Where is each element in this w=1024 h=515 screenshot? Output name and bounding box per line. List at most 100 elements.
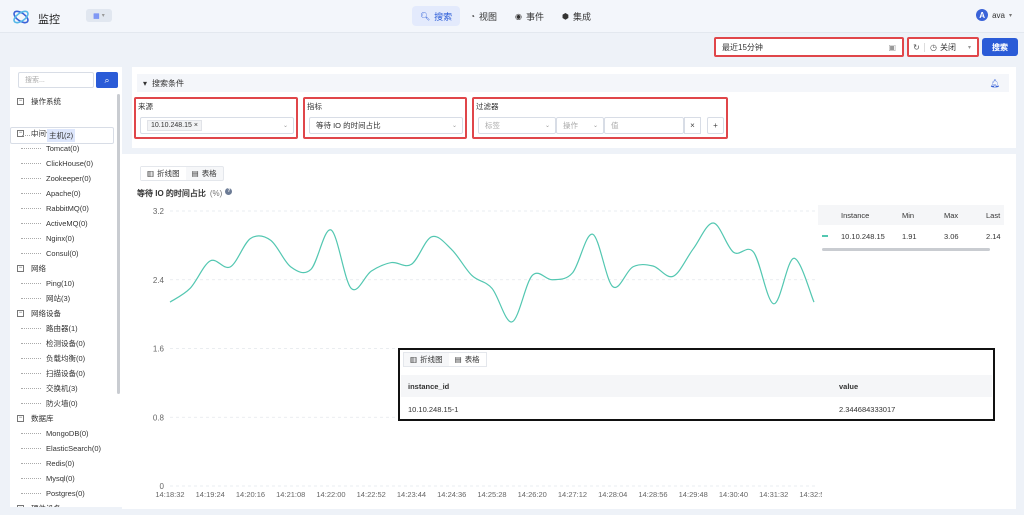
calendar-icon: ▣ [888,43,896,52]
nav-integration[interactable]: ⬢ 集成 [554,6,599,26]
tree-item[interactable]: Redis(0) [10,456,114,471]
tree-label: 硬件设备 [31,503,61,507]
tree-item[interactable]: MongoDB(0) [10,426,114,441]
tree-item[interactable]: Apache(0) [10,186,114,201]
tree-group[interactable]: − 数据库 [10,411,114,426]
tree-group[interactable]: − 网络 [10,261,114,276]
x-tick-label: 14:21:08 [276,490,305,499]
collapse-toggle-icon[interactable]: − [17,310,24,317]
tab-table[interactable]: ▤ 表格 [448,353,486,366]
tree-label: ActiveMQ(0) [46,219,88,228]
x-tick-label: 14:24:36 [437,490,466,499]
legend-scrollbar[interactable] [822,248,990,251]
filter-value-placeholder: 值 [611,121,619,130]
tree-item[interactable]: Ping(10) [10,276,114,291]
tree-item[interactable]: 交换机(3) [10,381,114,396]
chevron-down-icon: ⌄ [592,123,598,129]
metric-value: 等待 IO 的时间占比 [316,121,381,130]
chevron-down-icon: ▾ [101,13,105,19]
search-conditions-header[interactable]: ▾ 搜索条件 🔔︎ [137,74,1009,92]
tree-label: 路由器(1) [46,324,78,333]
collapse-toggle-icon[interactable]: − [17,505,24,507]
tree-item[interactable]: Tomcat(0) [10,141,114,156]
resource-tree: − 操作系统 主机(2) − 中间件 Tomcat(0) ClickHouse(0) Zook… [10,94,114,507]
tree-item[interactable]: 路由器(1) [10,321,114,336]
sidebar: 搜索... ⌕ − 操作系统 主机(2) − 中间件 Tomcat(0) ClickHous… [10,67,122,507]
grid-icon: ▦ [93,12,100,20]
tree-item[interactable]: 网站(3) [10,291,114,306]
tree-item[interactable]: ClickHouse(0) [10,156,114,171]
tree-item[interactable]: Consul(0) [10,246,114,261]
tree-label: 交换机(3) [46,384,78,393]
search-icon: ⌕ [104,74,110,85]
tree-label: Tomcat(0) [46,144,80,153]
tree-group[interactable]: − 硬件设备 [10,501,114,507]
tree-item[interactable]: ActiveMQ(0) [10,216,114,231]
metric-select[interactable]: 等待 IO 的时间占比 ⌄ [309,117,463,134]
sidebar-search-button[interactable]: ⌕ [96,72,118,88]
tree-item[interactable]: ElasticSearch(0) [10,441,114,456]
tree-item[interactable]: 负载均衡(0) [10,351,114,366]
table-icon: ▤ [454,355,462,364]
tab-line-chart[interactable]: ▥ 折线图 [141,167,186,180]
tree-item[interactable]: 扫描设备(0) [10,366,114,381]
tree-item[interactable]: RabbitMQ(0) [10,201,114,216]
collapse-toggle-icon[interactable]: − [17,98,24,105]
tree-label: 检测设备(0) [46,339,86,348]
filter-tag-select[interactable]: 标签 ⌄ [478,117,556,134]
tab-table[interactable]: ▤ 表格 [186,167,223,180]
table-icon: ▤ [191,169,199,178]
chart-unit: (%) [209,189,223,198]
y-tick-label: 2.4 [153,276,165,285]
filter-operator-select[interactable]: 操作 ⌄ [556,117,604,134]
user-name: ava [992,10,1005,20]
x-tick-label: 14:32:50 [799,490,822,499]
tab-label: 折线图 [420,355,443,364]
table-row[interactable]: 10.10.248.15-1 2.344684333017 [401,398,992,419]
tree-item[interactable]: Zookeeper(0) [10,171,114,186]
search-button[interactable]: 搜索 [982,38,1018,56]
nav-event[interactable]: ◉ 事件 [507,6,552,26]
refresh-icon[interactable]: ↻ [909,42,925,52]
sidebar-scrollbar[interactable] [117,94,120,394]
chevron-down-icon: ⌄ [451,123,457,129]
collapse-toggle-icon[interactable]: − [17,415,24,422]
bell-icon[interactable]: 🔔︎ [990,79,1000,88]
tree-group[interactable]: − 网络设备 [10,306,114,321]
source-select[interactable]: 10.10.248.15 × ⌄ [140,117,294,134]
legend-max: 3.06 [944,232,959,241]
legend-row[interactable]: 10.10.248.15 1.91 3.06 2.14 [818,226,1004,246]
add-filter-button[interactable]: + [707,117,724,134]
collapse-icon: ▾ [143,78,148,88]
tree-item[interactable]: Postgres(0) [10,486,114,501]
y-tick-label: 3.2 [153,207,165,216]
tree-label: Consul(0) [46,249,79,258]
nav-view[interactable]: ◔ 视图 [462,6,505,26]
time-range-picker[interactable]: 最近15分钟 ▣ [714,37,904,57]
tree-item[interactable]: 防火墙(0) [10,396,114,411]
series-swatch [822,235,828,237]
tree-item[interactable]: Nginx(0) [10,231,114,246]
filter-group: 过滤器 标签 ⌄ 操作 ⌄ 值 × + [472,97,728,139]
sidebar-search-input[interactable]: 搜索... [18,72,94,88]
help-icon[interactable]: ? [225,188,233,195]
tab-label: 表格 [464,355,480,364]
y-tick-label: 0.8 [153,413,165,422]
table-popup: ▥ 折线图 ▤ 表格 instance_id value 10.10.248.15-… [398,348,995,421]
tree-label: Nginx(0) [46,234,75,243]
tab-line-chart[interactable]: ▥ 折线图 [404,353,449,366]
nav-search[interactable]: 🔍︎ 搜索 [412,6,461,26]
refresh-control[interactable]: ↻ ◷ 关闭 ▾ [907,37,979,57]
tree-group[interactable]: − 操作系统 [10,94,114,109]
app-switcher[interactable]: ▦ ▾ [86,9,112,22]
tree-item[interactable]: 检测设备(0) [10,336,114,351]
user-menu[interactable]: A ava ▾ [976,9,1012,21]
x-tick-label: 14:25:28 [477,490,506,499]
tree-label: 扫描设备(0) [46,369,86,378]
filter-value-input[interactable]: 值 [604,117,684,134]
clear-filter-button[interactable]: × [684,117,701,134]
tag-close-icon[interactable]: × [194,122,198,129]
collapse-toggle-icon[interactable]: − [17,265,24,272]
tree-item[interactable]: Mysql(0) [10,471,114,486]
tree-label: 网络设备 [31,309,61,318]
